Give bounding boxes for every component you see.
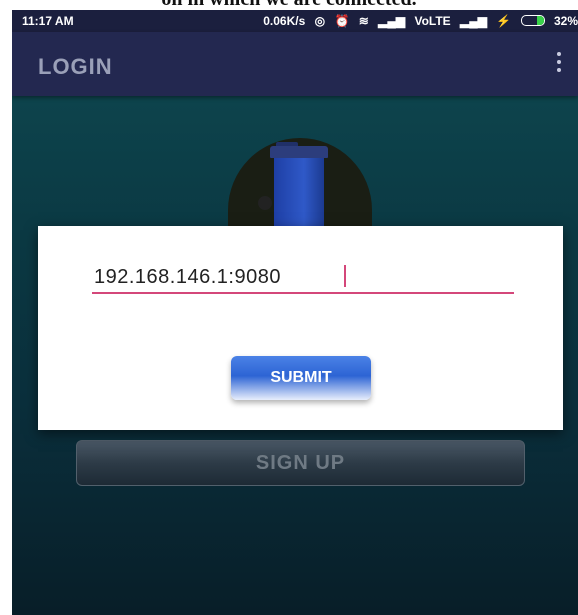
trash-bin-logo [228, 138, 372, 228]
bin-wheel [258, 196, 272, 210]
alarm-icon: ⏰ [334, 14, 350, 28]
battery-percent: 32% [553, 14, 578, 28]
signal-icon: ▂▄▆ [378, 14, 406, 28]
bin-lid [270, 146, 328, 158]
status-bar: 11:17 AM 0.06K/s ◎ ⏰ ≋ ▂▄▆ VoLTE ▂▄▆ ⚡ 3… [12, 10, 578, 32]
network-speed: 0.06K/s [263, 14, 306, 28]
ip-address-input[interactable] [92, 262, 514, 294]
submit-button[interactable]: SUBMIT [231, 356, 371, 400]
status-indicators: 0.06K/s ◎ ⏰ ≋ ▂▄▆ VoLTE ▂▄▆ ⚡ 32% [257, 14, 578, 28]
hotspot-icon: ◎ [314, 14, 326, 28]
status-time: 11:17 AM [22, 14, 74, 28]
text-cursor [344, 265, 346, 287]
wifi-icon: ≋ [358, 14, 369, 28]
app-title: LOGIN [38, 54, 113, 79]
app-bar: LOGIN [12, 32, 578, 96]
charging-icon: ⚡ [496, 14, 512, 28]
network-type: VoLTE [414, 14, 451, 28]
signal-icon-2: ▂▄▆ [460, 14, 487, 28]
overflow-menu-icon[interactable] [554, 52, 564, 76]
phone-screen: 11:17 AM 0.06K/s ◎ ⏰ ≋ ▂▄▆ VoLTE ▂▄▆ ⚡ 3… [12, 10, 578, 615]
bin-body [274, 158, 324, 228]
battery-icon [520, 15, 545, 26]
sign-up-button[interactable]: SIGN UP [76, 440, 525, 486]
server-address-dialog: SUBMIT [38, 226, 563, 430]
